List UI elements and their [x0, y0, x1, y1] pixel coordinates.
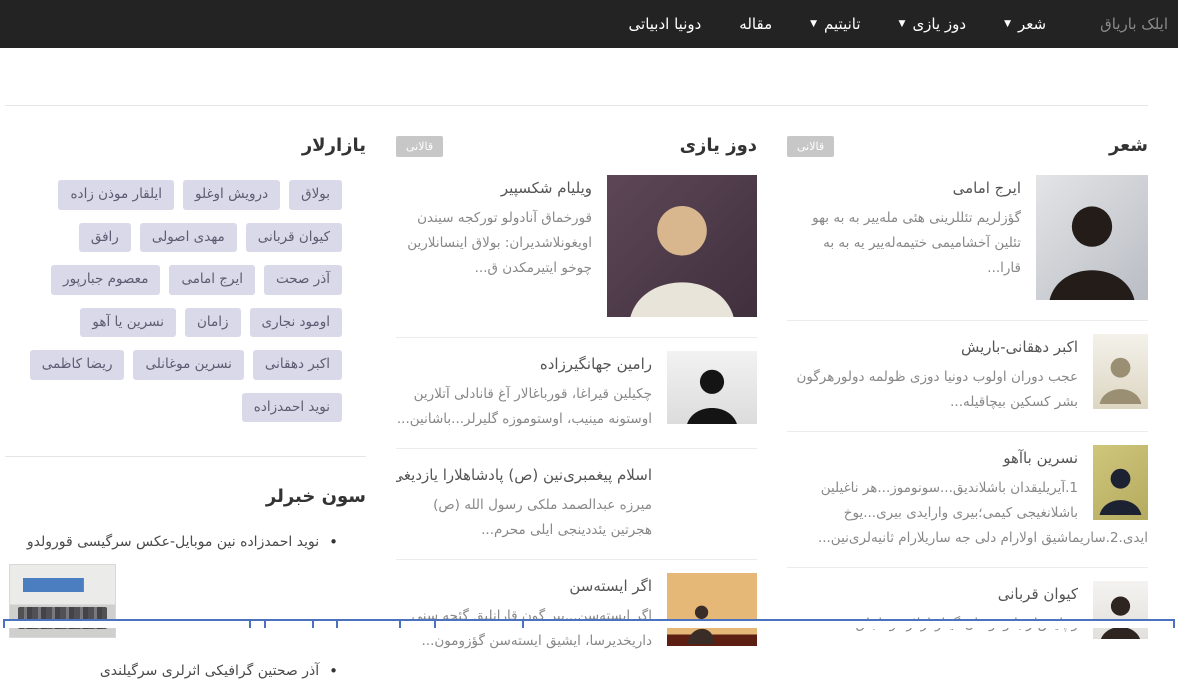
person-silhouette-icon: [1093, 342, 1148, 409]
article-title-link[interactable]: کیوان قربانی: [787, 585, 1078, 603]
divider: [249, 621, 251, 628]
article-title-link[interactable]: اکبر دهقانی-باریش: [787, 338, 1078, 356]
article-item: اسلام پیغمبری‌نین (ص) پادشاهلارا یازدیغی…: [396, 449, 757, 560]
writer-tag[interactable]: نوید احمدزاده: [242, 393, 342, 423]
writer-tag[interactable]: رافق: [79, 223, 131, 253]
more-button[interactable]: قالانی: [787, 136, 834, 157]
divider: [264, 621, 266, 628]
section-writers: یازارلار بولاق درویش اوغلو ایلقار موذن ز…: [5, 106, 366, 688]
news-title: نوید احمدزاده نین موبایل-عکس سرگیسی قورو…: [27, 531, 319, 553]
nav-item-label: مقاله: [739, 15, 772, 33]
top-nav: ایلک باریاق شعر ▼ دوز یازی ▼ تانیتیم ▼ م…: [0, 0, 1178, 48]
writer-tag[interactable]: کیوان قربانی: [246, 223, 342, 253]
article-title-link[interactable]: اگر ایسته‌سن: [396, 577, 652, 595]
author-photo[interactable]: [607, 175, 757, 317]
writer-tag[interactable]: معصوم جبارپور: [51, 265, 160, 295]
author-photo[interactable]: [1093, 445, 1148, 520]
divider: [399, 621, 401, 628]
person-silhouette-icon: [1093, 453, 1148, 520]
section-title-writers: یازارلار: [302, 133, 366, 158]
author-photo[interactable]: [667, 351, 757, 424]
nav-item-poetry[interactable]: شعر ▼: [1004, 15, 1046, 33]
writer-tag[interactable]: بولاق: [289, 180, 342, 210]
section-header: شعر قالانی: [787, 133, 1148, 158]
person-silhouette-icon: [607, 189, 757, 318]
article-title-link[interactable]: ایرج امامی: [787, 179, 1021, 197]
divider: [336, 621, 338, 628]
writer-tag[interactable]: ایرج امامی: [169, 265, 255, 295]
nav-item-intro[interactable]: تانیتیم ▼: [810, 15, 860, 33]
bullet-icon: •: [329, 660, 338, 683]
article-item: ویلیام شکسپیر قورخماق آنادولو تورکجه سین…: [396, 162, 757, 338]
writer-tag[interactable]: اومود نجاری: [250, 308, 342, 338]
writer-tag[interactable]: مهدی اصولی: [140, 223, 237, 253]
chevron-down-icon: ▼: [899, 20, 906, 29]
nav-item-label: دونیا ادبیاتی: [629, 15, 702, 33]
main-content: شعر قالانی ایرج امامی گؤزلریم تئللرینی ه…: [5, 105, 1148, 688]
nav-item-prose[interactable]: دوز یازی ▼: [899, 15, 967, 33]
article-item: اکبر دهقانی-باریش عجب دوران اولوب دونیا …: [787, 321, 1148, 432]
article-item: رامین جهانگیرزاده چکیلین قیراغا، قورباغا…: [396, 338, 757, 449]
person-silhouette-icon: [667, 359, 757, 424]
article-item: نسرین باآهو 1.آیریلیقدان باشلاندیق...سون…: [787, 432, 1148, 568]
section-header: سون خبرلر: [5, 484, 366, 509]
nav-item-world-literature[interactable]: دونیا ادبیاتی: [629, 15, 702, 33]
article-title-link[interactable]: ویلیام شکسپیر: [396, 179, 592, 197]
news-item[interactable]: • نوید احمدزاده نین موبایل-عکس سرگیسی قو…: [5, 531, 338, 554]
divider: [522, 621, 524, 628]
news-title: آذر صحتین گرافیکی اثرلری سرگیلندی: [100, 660, 319, 682]
author-photo[interactable]: [1036, 175, 1148, 300]
writer-tag[interactable]: آذر صحت: [264, 265, 342, 295]
nav-item-label: دوز یازی: [912, 15, 966, 33]
bullet-icon: •: [329, 531, 338, 554]
section-poetry: شعر قالانی ایرج امامی گؤزلریم تئللرینی ه…: [787, 106, 1148, 688]
article-item: اگر ایسته‌سن اگر ایسته‌سن...بیر گون قارا…: [396, 560, 757, 670]
chevron-down-icon: ▼: [810, 20, 817, 29]
writer-tag[interactable]: درویش اوغلو: [183, 180, 280, 210]
news-item[interactable]: • آذر صحتین گرافیکی اثرلری سرگیلندی: [5, 660, 338, 683]
nav-item-label: شعر: [1018, 15, 1046, 33]
article-title-link[interactable]: نسرین باآهو: [787, 449, 1078, 467]
writer-tag-cloud: بولاق درویش اوغلو ایلقار موذن زاده کیوان…: [5, 162, 366, 448]
article-title-link[interactable]: رامین جهانگیرزاده: [396, 355, 652, 373]
writer-tag[interactable]: اکبر دهقانی: [253, 350, 342, 380]
author-photo[interactable]: [1093, 334, 1148, 409]
person-silhouette-icon: [1036, 187, 1148, 300]
more-button[interactable]: قالانی: [396, 136, 443, 157]
section-title-poetry: شعر: [1109, 133, 1148, 158]
divider: [312, 621, 314, 628]
brand-link[interactable]: ایلک باریاق: [1100, 15, 1168, 33]
divider: [434, 621, 436, 628]
nav-item-article[interactable]: مقاله: [739, 15, 772, 33]
section-header: یازارلار: [5, 133, 366, 158]
nav-item-label: تانیتیم: [824, 15, 860, 33]
article-title-link[interactable]: اسلام پیغمبری‌نین (ص) پادشاهلارا یازدیغی…: [396, 466, 652, 484]
person-silhouette-icon: [1093, 588, 1148, 639]
writer-tag[interactable]: زامان: [185, 308, 241, 338]
writer-tag[interactable]: ریضا کاظمی: [30, 350, 125, 380]
chevron-down-icon: ▼: [1004, 20, 1011, 29]
writer-tag[interactable]: ایلقار موذن زاده: [58, 180, 174, 210]
page: { "nav": { "brand": "ایلک باریاق", "item…: [0, 0, 1178, 628]
author-photo[interactable]: [1093, 581, 1148, 639]
footer-strip: [3, 619, 1175, 628]
section-header: دوز یازی قالانی: [396, 133, 757, 158]
article-item: ایرج امامی گؤزلریم تئللرینی هئی مله‌ییر …: [787, 162, 1148, 321]
section-title-prose: دوز یازی: [680, 133, 757, 158]
writer-tag[interactable]: نسرین موغانلی: [133, 350, 243, 380]
article-image[interactable]: [667, 462, 757, 535]
section-prose: دوز یازی قالانی ویلیام شکسپیر قورخماق آن…: [396, 106, 757, 688]
writer-tag[interactable]: نسرین یا آهو: [80, 308, 176, 338]
section-title-news: سون خبرلر: [266, 484, 366, 509]
article-item: کیوان قربانی و پلیس‌لر باتوموندان گینارن…: [787, 568, 1148, 659]
section-news: سون خبرلر • نوید احمدزاده نین موبایل-عکس…: [5, 456, 366, 682]
article-image[interactable]: [667, 573, 757, 646]
